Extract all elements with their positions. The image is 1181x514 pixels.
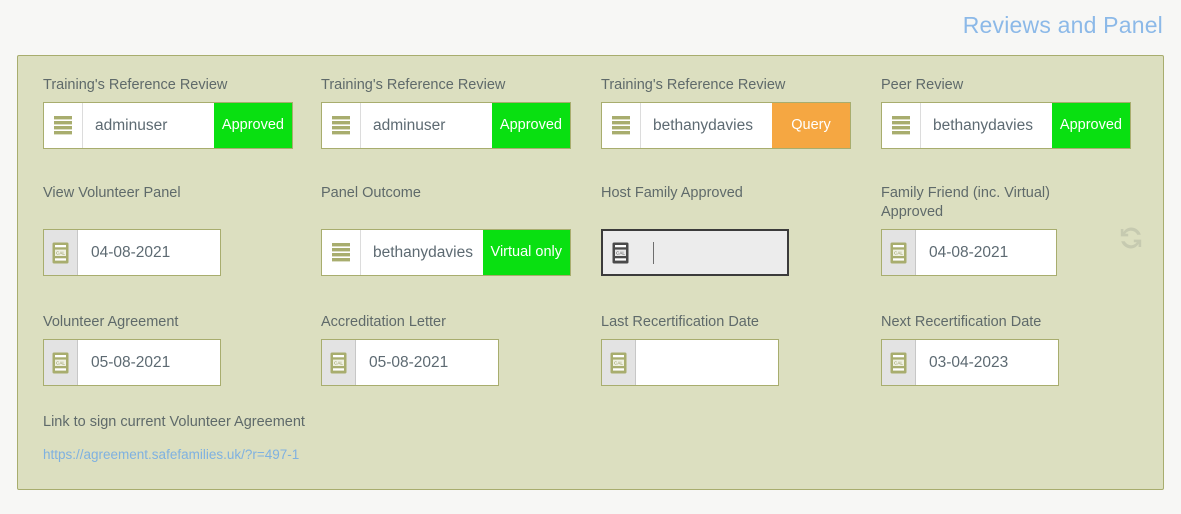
field-accreditation-letter: Accreditation Letter CAL 05-08-2021 [321,313,499,386]
date-value [636,340,778,385]
calendar-icon[interactable]: CAL [882,340,916,385]
date-control[interactable]: CAL 03-04-2023 [881,339,1059,386]
status-badge[interactable]: Approved [491,103,570,148]
status-badge[interactable]: Approved [213,103,292,148]
calendar-icon[interactable]: CAL [44,230,78,275]
list-icon [322,103,361,148]
reviews-and-panel-section: Training's Reference Review adminuser Ap… [17,55,1164,490]
field-label: Volunteer Agreement [43,314,179,330]
list-icon [882,103,921,148]
calendar-icon[interactable]: CAL [882,230,916,275]
calendar-icon[interactable]: CAL [44,340,78,385]
select-control[interactable]: bethanydavies Approved [881,102,1131,149]
date-control[interactable]: CAL 05-08-2021 [43,339,221,386]
status-badge[interactable]: Approved [1051,103,1130,148]
field-label: Training's Reference Review [601,77,786,93]
field-label: Training's Reference Review [321,77,506,93]
date-control[interactable]: CAL 05-08-2021 [321,339,499,386]
select-control[interactable]: bethanydavies Query [601,102,851,149]
date-control-focused[interactable]: CAL [601,229,789,276]
field-peer-review: Peer Review bethanydavies Approved [881,76,1131,149]
field-label: Training's Reference Review [43,77,228,93]
page-root: Reviews and Panel Training's Reference R… [0,0,1181,514]
field-volunteer-agreement: Volunteer Agreement CAL 05-08-2021 [43,313,221,386]
select-value: adminuser [95,116,168,134]
select-value: bethanydavies [933,116,1033,134]
list-icon [602,103,641,148]
select-control[interactable]: bethanydavies Virtual only [321,229,571,276]
svg-text:CAL: CAL [894,250,903,255]
volunteer-agreement-link-block: Link to sign current Volunteer Agreement… [43,414,1153,464]
field-label: Next Recertification Date [881,314,1042,330]
date-value: 04-08-2021 [929,243,1009,261]
status-badge[interactable]: Virtual only [482,230,570,275]
field-view-volunteer-panel: View Volunteer Panel CAL 04-08-2021 [43,184,221,276]
field-next-recertification-date: Next Recertification Date CAL 03-04-2023 [881,313,1059,386]
select-control[interactable]: adminuser Approved [43,102,293,149]
text-cursor [653,241,654,264]
date-value: 03-04-2023 [929,353,1009,371]
list-icon [322,230,361,275]
field-row-1: Training's Reference Review adminuser Ap… [43,76,1153,184]
date-control[interactable]: CAL [601,339,779,386]
field-trainings-reference-review-1: Training's Reference Review adminuser Ap… [43,76,293,149]
select-value: bethanydavies [373,243,473,261]
field-trainings-reference-review-3: Training's Reference Review bethanydavie… [601,76,851,149]
field-last-recertification-date: Last Recertification Date CAL [601,313,779,386]
select-value: bethanydavies [653,116,753,134]
field-label: Accreditation Letter [321,314,446,330]
svg-text:CAL: CAL [56,360,65,365]
svg-text:CAL: CAL [56,250,65,255]
date-control[interactable]: CAL 04-08-2021 [881,229,1057,276]
field-label: Host Family Approved [601,185,743,201]
date-value: 05-08-2021 [91,353,171,371]
svg-text:CAL: CAL [334,360,343,365]
field-label: Last Recertification Date [601,314,759,330]
list-icon [44,103,83,148]
refresh-icon[interactable] [1114,221,1148,255]
field-trainings-reference-review-2: Training's Reference Review adminuser Ap… [321,76,571,149]
fields-grid: Training's Reference Review adminuser Ap… [43,76,1153,464]
date-value [637,231,787,274]
svg-text:CAL: CAL [894,360,903,365]
field-panel-outcome: Panel Outcome bethanydavies Virtual only [321,184,571,276]
field-host-family-approved: Host Family Approved CAL [601,184,789,276]
svg-text:CAL: CAL [614,360,623,365]
field-row-3: Volunteer Agreement CAL 05-08-2021 Accre… [43,313,1153,412]
field-label: Panel Outcome [321,185,421,201]
field-family-friend-approved: Family Friend (inc. Virtual) Approved CA… [881,184,1071,276]
link-section-title: Link to sign current Volunteer Agreement [43,414,305,430]
svg-text:CAL: CAL [616,250,625,255]
select-value: adminuser [373,116,446,134]
field-label: Family Friend (inc. Virtual) Approved [881,185,1050,220]
date-control[interactable]: CAL 04-08-2021 [43,229,221,276]
status-badge[interactable]: Query [772,103,850,148]
date-value: 05-08-2021 [369,353,449,371]
page-title: Reviews and Panel [962,12,1163,38]
field-row-2: View Volunteer Panel CAL 04-08-2021 Pane… [43,184,1153,313]
select-control[interactable]: adminuser Approved [321,102,571,149]
calendar-icon[interactable]: CAL [602,340,636,385]
date-value: 04-08-2021 [91,243,171,261]
calendar-icon[interactable]: CAL [322,340,356,385]
field-label: Peer Review [881,77,964,93]
field-label: View Volunteer Panel [43,185,181,201]
volunteer-agreement-link[interactable]: https://agreement.safefamilies.uk/?r=497… [43,447,299,462]
calendar-icon[interactable]: CAL [603,231,637,274]
